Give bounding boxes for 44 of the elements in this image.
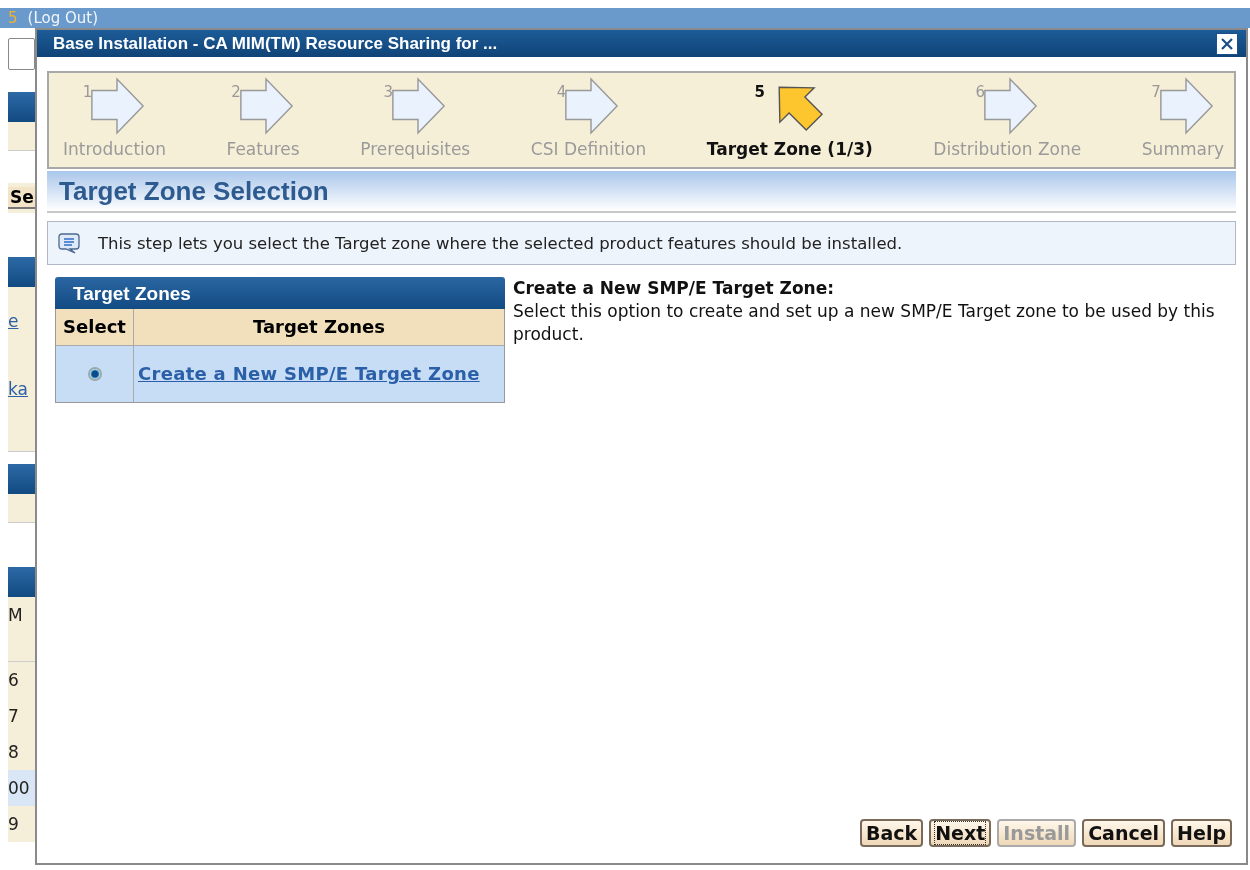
step-label[interactable]: Prerequisites [360, 139, 471, 159]
step-number: 1 [82, 83, 93, 101]
column-header: Select [56, 309, 134, 346]
section-header-bar [8, 92, 35, 122]
input-field[interactable] [8, 38, 35, 70]
step-label[interactable]: Introduction [63, 139, 166, 159]
step-number: 2 [231, 83, 241, 101]
header-number: 5 [8, 8, 18, 28]
step-label[interactable]: Summary [1141, 139, 1224, 159]
section-heading: Target Zone Selection [47, 171, 1236, 213]
table-title-bar: Target Zones [55, 277, 505, 309]
section-header-bar [8, 567, 35, 597]
page-text: 9 [8, 814, 19, 834]
description-title: Create a New SMP/E Target Zone: [513, 277, 835, 300]
close-icon[interactable] [1216, 32, 1238, 55]
step-label[interactable]: Distribution Zone [933, 139, 1082, 159]
log-out-link[interactable]: (Log Out) [27, 8, 98, 28]
section-header-bar [8, 257, 35, 287]
dialog-button[interactable]: Help [1171, 819, 1232, 847]
step-label[interactable]: CSI Definition [530, 139, 647, 159]
description-text: Select this option to create and set up a new SMP/E Target zone to be used by this product. [513, 300, 1216, 346]
step-number: 5 [754, 83, 765, 101]
page-button[interactable]: Se [8, 187, 36, 209]
column-header: Target Zones [134, 309, 504, 346]
speech-bubble-icon [58, 232, 80, 254]
dialog-button[interactable]: Cancel [1082, 819, 1166, 847]
step-number: 6 [975, 83, 986, 101]
step-number: 3 [383, 83, 393, 101]
section-header-bar [8, 464, 35, 494]
step-label[interactable]: Features [226, 139, 300, 159]
dialog-button[interactable]: Next [929, 819, 992, 847]
page-link[interactable]: e [8, 311, 19, 331]
highlighted-row: 00 [8, 770, 35, 806]
page-text: 7 [8, 706, 19, 726]
dialog-button[interactable]: Back [859, 819, 924, 847]
step-number: 4 [556, 83, 567, 101]
page-text: 6 [8, 670, 19, 690]
radio-button[interactable] [87, 367, 102, 381]
window-title: Base Installation - CA MIM(TM) Resource Sharing for ... [53, 33, 498, 54]
step-label[interactable]: Target Zone (1/3) [706, 139, 873, 159]
page-text: 8 [8, 742, 19, 762]
page-text: M [8, 605, 23, 625]
step-number: 7 [1151, 83, 1161, 101]
info-text: This step lets you select the Target zone where the selected product features should be installed. [98, 233, 903, 253]
